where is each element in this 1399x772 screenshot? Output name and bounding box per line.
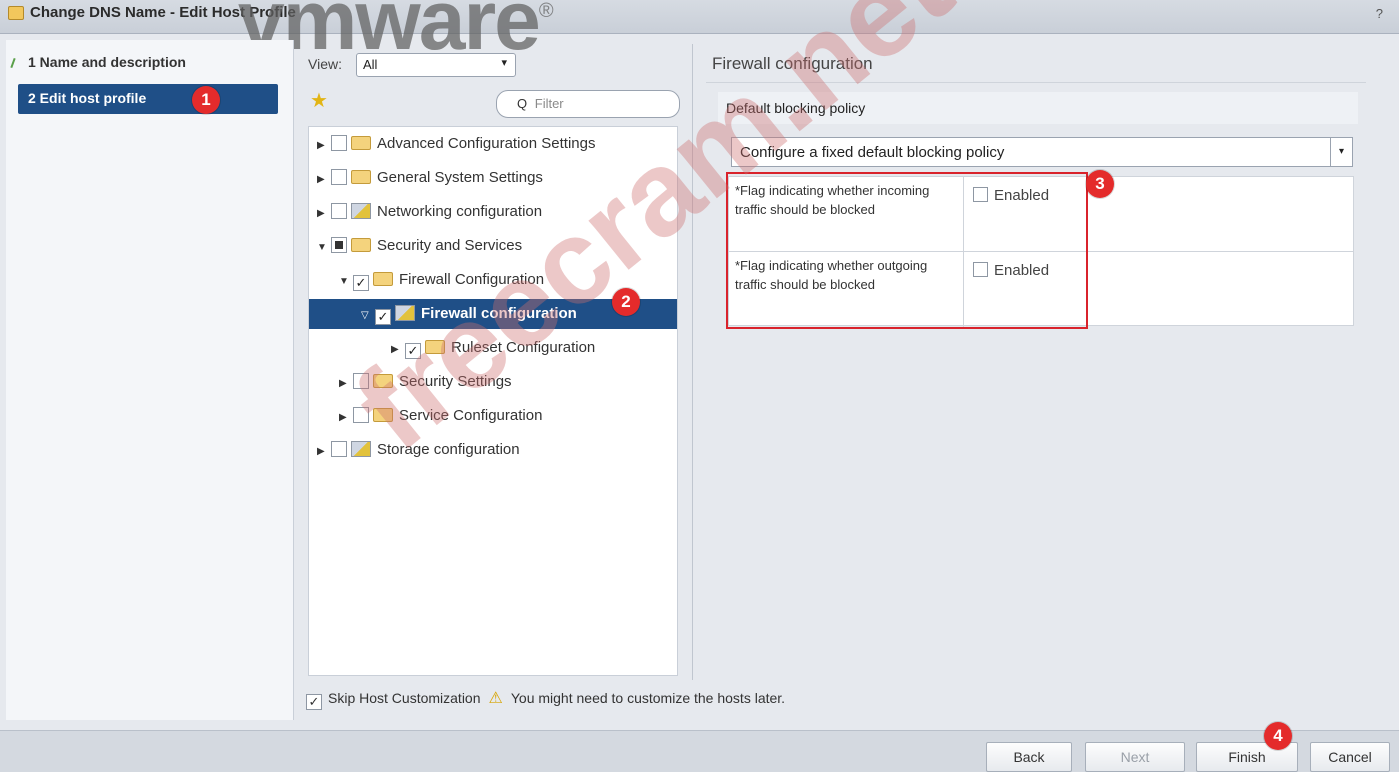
expand-arrow-icon[interactable]: ▶ xyxy=(317,165,331,195)
node-checkbox-partial[interactable] xyxy=(331,237,347,253)
column-divider xyxy=(963,252,964,327)
cancel-button[interactable]: Cancel xyxy=(1310,742,1390,772)
flag-row-incoming: *Flag indicating whether incoming traffi… xyxy=(729,177,1353,252)
node-checkbox[interactable] xyxy=(331,169,347,185)
collapse-arrow-icon[interactable]: ▼ xyxy=(317,233,331,263)
folder-icon xyxy=(373,272,393,286)
tree-node-label: Firewall Configuration xyxy=(399,271,545,288)
expand-arrow-icon[interactable]: ▶ xyxy=(391,335,405,365)
tree-node-label: Security Settings xyxy=(399,373,512,390)
node-checkbox[interactable] xyxy=(331,135,347,151)
blocking-policy-value: Configure a fixed default blocking polic… xyxy=(740,144,1005,161)
chevron-down-icon: ▾ xyxy=(501,57,507,69)
checkbox-label: Enabled xyxy=(994,187,1050,204)
column-divider xyxy=(963,177,964,252)
tree-node-label: Firewall configuration xyxy=(421,305,577,322)
panel-title-divider xyxy=(706,82,1366,83)
wizard-steps: 1 Name and description 2 Edit host profi… xyxy=(6,40,294,720)
step-name-and-description[interactable]: 1 Name and description xyxy=(18,48,278,78)
annotation-badge-2: 2 xyxy=(612,288,640,316)
view-select[interactable]: All ▾ xyxy=(356,53,516,77)
expand-arrow-icon[interactable]: ▶ xyxy=(317,437,331,467)
node-checkbox[interactable] xyxy=(331,441,347,457)
node-checkbox[interactable] xyxy=(331,203,347,219)
tree-node-storage-configuration[interactable]: ▶ Storage configuration xyxy=(317,435,520,465)
profile-tree: ▶ Advanced Configuration Settings ▶ Genera… xyxy=(308,126,678,676)
help-icon[interactable]: ? xyxy=(1376,6,1383,21)
tree-node-label: Security and Services xyxy=(377,237,523,254)
node-checkbox[interactable] xyxy=(353,407,369,423)
panel-divider xyxy=(692,44,693,680)
skip-customization-label: Skip Host Customization xyxy=(328,690,481,706)
tree-node-label: Service Configuration xyxy=(399,407,543,424)
node-checkbox-checked[interactable]: ✓ xyxy=(375,309,391,325)
host-profile-icon xyxy=(8,6,24,20)
tree-node-label: Ruleset Configuration xyxy=(451,339,596,356)
node-checkbox[interactable] xyxy=(353,373,369,389)
expand-arrow-icon[interactable]: ▶ xyxy=(317,131,331,161)
annotation-badge-4: 4 xyxy=(1264,722,1292,750)
view-label: View: xyxy=(308,56,342,72)
firewall-icon xyxy=(395,305,415,321)
annotation-badge-3: 3 xyxy=(1086,170,1114,198)
flag-incoming-label: *Flag indicating whether incoming traffi… xyxy=(735,183,930,217)
folder-icon xyxy=(351,136,371,150)
tree-node-advanced-configuration[interactable]: ▶ Advanced Configuration Settings xyxy=(317,129,595,159)
folder-icon xyxy=(373,408,393,422)
tree-toolbar: View: All ▾ ★ Q Filter xyxy=(306,53,686,128)
filter-placeholder: Filter xyxy=(534,96,564,111)
view-select-value: All xyxy=(363,57,378,72)
tree-node-ruleset-configuration[interactable]: ▶ ✓ Ruleset Configuration xyxy=(391,333,595,363)
favorite-star-icon[interactable]: ★ xyxy=(310,88,328,113)
checkbox-box[interactable] xyxy=(973,262,988,277)
folder-icon xyxy=(351,170,371,184)
tree-node-label: Storage configuration xyxy=(377,441,520,458)
node-checkbox-checked[interactable]: ✓ xyxy=(405,343,421,359)
node-checkbox-checked[interactable]: ✓ xyxy=(353,275,369,291)
tree-node-security-and-services[interactable]: ▼ Security and Services xyxy=(317,231,522,261)
expand-arrow-icon[interactable]: ▶ xyxy=(339,403,353,433)
expand-arrow-icon[interactable]: ▶ xyxy=(339,369,353,399)
tree-node-general-system[interactable]: ▶ General System Settings xyxy=(317,163,543,193)
flag-table: *Flag indicating whether incoming traffi… xyxy=(728,176,1354,327)
flag-row-outgoing: *Flag indicating whether outgoing traffi… xyxy=(729,252,1353,327)
next-button[interactable]: Next xyxy=(1085,742,1185,772)
chevron-down-icon[interactable]: ▾ xyxy=(1330,138,1352,166)
storage-icon xyxy=(351,441,371,457)
folder-icon xyxy=(351,238,371,252)
tree-node-security-settings[interactable]: ▶ Security Settings xyxy=(339,367,512,397)
checkbox-box[interactable] xyxy=(973,187,988,202)
tree-node-label: Advanced Configuration Settings xyxy=(377,135,596,152)
wizard-footer xyxy=(0,730,1399,772)
tree-node-firewall-configuration-folder[interactable]: ▼ ✓ Firewall Configuration xyxy=(339,265,544,295)
tree-node-service-configuration[interactable]: ▶ Service Configuration xyxy=(339,401,542,431)
incoming-enabled-checkbox[interactable]: Enabled xyxy=(973,187,1049,204)
network-icon xyxy=(351,203,371,219)
flag-outgoing-label: *Flag indicating whether outgoing traffi… xyxy=(735,258,928,292)
search-icon: Q xyxy=(517,96,528,111)
warning-icon: ⚠ xyxy=(488,690,503,707)
tree-node-label: Networking configuration xyxy=(377,203,543,220)
window-title: Change DNS Name - Edit Host Profile xyxy=(30,4,296,21)
outgoing-enabled-checkbox[interactable]: Enabled xyxy=(973,262,1049,279)
panel-title: Firewall configuration xyxy=(712,54,873,73)
collapse-arrow-icon[interactable]: ▼ xyxy=(339,267,353,297)
checkbox-label: Enabled xyxy=(994,262,1050,279)
blocking-policy-select[interactable]: Configure a fixed default blocking polic… xyxy=(731,137,1353,167)
folder-icon xyxy=(425,340,445,354)
folder-icon xyxy=(373,374,393,388)
back-button[interactable]: Back xyxy=(986,742,1072,772)
filter-input[interactable]: Q Filter xyxy=(496,90,680,118)
tree-node-networking[interactable]: ▶ Networking configuration xyxy=(317,197,542,227)
tree-node-label: General System Settings xyxy=(377,169,543,186)
section-label: Default blocking policy xyxy=(718,92,1358,124)
title-bar: Change DNS Name - Edit Host Profile ? xyxy=(0,0,1399,34)
annotation-badge-1: 1 xyxy=(192,86,220,114)
step-edit-host-profile[interactable]: 2 Edit host profile xyxy=(18,84,278,114)
collapse-arrow-icon[interactable]: ▽ xyxy=(361,301,375,331)
skip-host-customization: ✓ Skip Host Customization ⚠ You might need … xyxy=(306,688,785,710)
warning-text: You might need to customize the hosts la… xyxy=(510,690,786,706)
expand-arrow-icon[interactable]: ▶ xyxy=(317,199,331,229)
skip-customization-checkbox[interactable]: ✓ xyxy=(306,694,322,710)
